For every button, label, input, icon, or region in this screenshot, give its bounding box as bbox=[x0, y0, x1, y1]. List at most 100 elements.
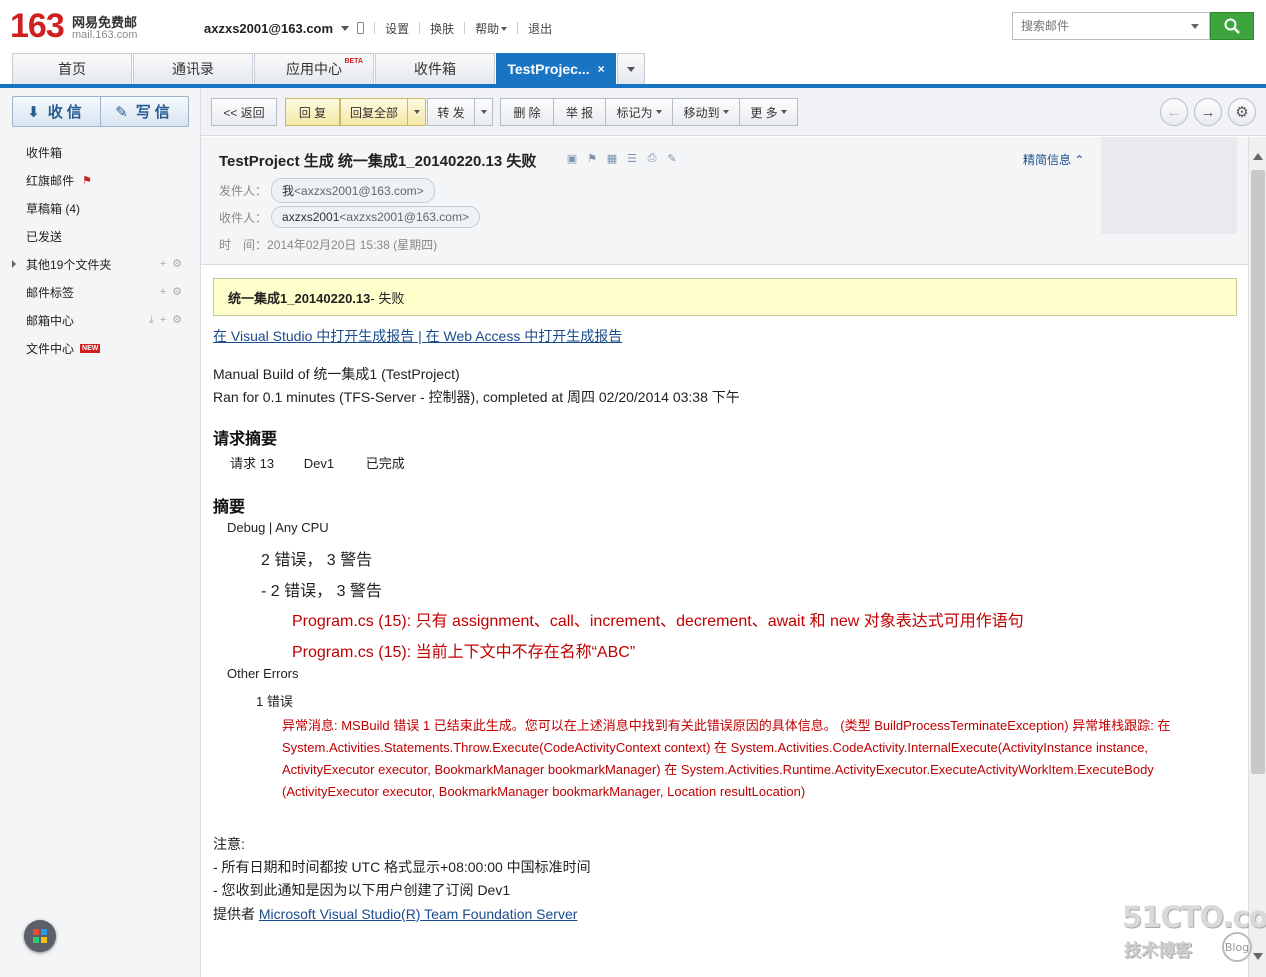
search-button[interactable] bbox=[1210, 12, 1254, 40]
note-label: 注意: bbox=[213, 836, 245, 852]
mail-subject: TestProject 生成 统一集成1_20140220.13 失败 bbox=[219, 153, 537, 170]
note-line: - 您收到此通知是因为以下用户创建了订阅 Dev1 bbox=[213, 882, 511, 898]
account-dropdown-icon[interactable] bbox=[341, 25, 350, 31]
provider-label: 提供者 bbox=[213, 906, 259, 922]
scroll-thumb[interactable] bbox=[1251, 170, 1265, 774]
ran-for-text: Ran for 0.1 minutes (TFS-Server - 控制器), … bbox=[213, 389, 740, 405]
scrollbar[interactable] bbox=[1248, 137, 1266, 977]
chevron-down-icon bbox=[780, 110, 787, 114]
request-user: Dev1 bbox=[303, 456, 335, 471]
expand-icon[interactable] bbox=[12, 260, 16, 268]
arrow-right-icon: → bbox=[1200, 103, 1216, 121]
open-web-report-link[interactable]: 在 Web Access 中打开生成报告 bbox=[426, 328, 623, 344]
mobile-icon[interactable] bbox=[357, 22, 365, 34]
folder-other[interactable]: 其他19个文件夹 +⚙ bbox=[0, 250, 200, 278]
scroll-down-icon[interactable] bbox=[1253, 953, 1263, 960]
reply-all-button[interactable]: 回复全部 bbox=[340, 98, 408, 126]
tab-apps[interactable]: 应用中心 BETA bbox=[254, 53, 374, 84]
request-summary-heading: 请求摘要 bbox=[213, 431, 278, 448]
receive-label: 收信 bbox=[47, 104, 86, 121]
forward-button[interactable]: 转 发 bbox=[427, 98, 475, 126]
from-chip[interactable]: 我<axzxs2001@163.com> bbox=[271, 178, 435, 203]
help-label: 帮助 bbox=[475, 21, 500, 36]
to-row: 收件人： axzxs2001<axzxs2001@163.com> bbox=[219, 206, 480, 228]
prev-mail-button[interactable]: ← bbox=[1160, 98, 1188, 126]
search-options-icon[interactable] bbox=[1191, 24, 1199, 29]
mark-as-button[interactable]: 标记为 bbox=[605, 98, 673, 126]
help-link[interactable]: 帮助 bbox=[475, 20, 508, 37]
folder-flagged[interactable]: 红旗邮件 ⚑ bbox=[0, 166, 200, 194]
tab-home[interactable]: 首页 bbox=[12, 53, 132, 84]
provider-link[interactable]: Microsoft Visual Studio(R) Team Foundati… bbox=[259, 906, 578, 922]
settings-link[interactable]: 设置 bbox=[385, 20, 409, 37]
reply-button[interactable]: 回 复 bbox=[285, 98, 340, 126]
unread-icon[interactable]: ▣ bbox=[565, 152, 579, 165]
scroll-up-icon[interactable] bbox=[1253, 153, 1263, 160]
exception-message: 异常消息: MSBuild 错误 1 已结束此生成。您可以在上述消息中找到有关此… bbox=[282, 718, 1171, 799]
folder-sent[interactable]: 已发送 bbox=[0, 222, 200, 250]
chevron-up-icon: ⌃ bbox=[1074, 153, 1085, 167]
folder-actions[interactable]: ⤓+⚙ bbox=[149, 313, 188, 327]
note-icon[interactable]: ☰ bbox=[625, 152, 639, 165]
reply-options-button[interactable] bbox=[408, 98, 426, 126]
delete-button[interactable]: 删 除 bbox=[500, 98, 554, 126]
request-row: 请求 13 Dev1 已完成 bbox=[230, 453, 405, 472]
settings-button[interactable]: ⚙ bbox=[1228, 98, 1256, 126]
flag-icon: ⚑ bbox=[82, 174, 92, 187]
logout-link[interactable]: 退出 bbox=[528, 20, 552, 37]
write-label: 写信 bbox=[135, 104, 174, 121]
folder-drafts[interactable]: 草稿箱 (4) bbox=[0, 194, 200, 222]
folder-mailcenter[interactable]: 邮箱中心 ⤓+⚙ bbox=[0, 306, 200, 334]
account-name[interactable]: axzxs2001@163.com bbox=[204, 21, 333, 36]
divider bbox=[464, 22, 466, 34]
tab-label: 通讯录 bbox=[172, 61, 214, 77]
flag-icon[interactable]: ⚑ bbox=[585, 152, 599, 165]
close-icon[interactable]: × bbox=[598, 62, 605, 76]
folder-actions[interactable]: +⚙ bbox=[160, 257, 188, 270]
calendar-icon[interactable]: ▦ bbox=[605, 152, 619, 165]
folder-tags[interactable]: 邮件标签 +⚙ bbox=[0, 278, 200, 306]
folder-list: 收件箱 红旗邮件 ⚑ 草稿箱 (4) 已发送 其他19个文件夹 +⚙ 邮件标签 +⚙ … bbox=[0, 138, 200, 362]
report-button[interactable]: 举 报 bbox=[553, 98, 606, 126]
blog-badge: Blog bbox=[1222, 932, 1252, 962]
brief-info-toggle[interactable]: 精简信息 ⌃ bbox=[1023, 151, 1084, 168]
chevron-down-icon bbox=[627, 66, 635, 72]
tab-contacts[interactable]: 通讯录 bbox=[133, 53, 253, 84]
next-mail-button[interactable]: → bbox=[1194, 98, 1222, 126]
to-chip[interactable]: axzxs2001<axzxs2001@163.com> bbox=[271, 206, 480, 228]
divider bbox=[517, 22, 519, 34]
tab-inbox[interactable]: 收件箱 bbox=[375, 53, 495, 84]
search-input[interactable] bbox=[1013, 13, 1183, 39]
open-vs-report-link[interactable]: 在 Visual Studio 中打开生成报告 bbox=[213, 328, 414, 344]
folder-label: 已发送 bbox=[26, 229, 63, 244]
receive-button[interactable]: ⬇ 收信 bbox=[13, 97, 100, 126]
write-button[interactable]: ✎ 写信 bbox=[100, 97, 188, 126]
folder-inbox[interactable]: 收件箱 bbox=[0, 138, 200, 166]
other-errors-count: 1 错误 bbox=[256, 694, 293, 709]
folder-files[interactable]: 文件中心 NEW bbox=[0, 334, 200, 362]
print-icon[interactable]: ⎙ bbox=[645, 152, 659, 165]
move-to-button[interactable]: 移动到 bbox=[672, 98, 740, 126]
beta-badge: BETA bbox=[344, 58, 363, 65]
report-label: 举 报 bbox=[565, 105, 594, 120]
tab-current-mail[interactable]: TestProjec... × bbox=[496, 53, 616, 84]
chevron-down-icon bbox=[413, 110, 420, 114]
tab-more-button[interactable] bbox=[617, 53, 645, 84]
more-button[interactable]: 更 多 bbox=[739, 98, 798, 126]
forward-options-button[interactable] bbox=[475, 98, 493, 126]
apps-icon bbox=[33, 929, 47, 943]
error-line: Program.cs (15): 只有 assignment、call、incr… bbox=[292, 613, 1024, 630]
folder-label: 红旗邮件 bbox=[26, 173, 75, 188]
tab-label: TestProjec... bbox=[507, 61, 590, 77]
back-button[interactable]: << 返回 bbox=[211, 98, 277, 126]
error-line: Program.cs (15): 当前上下文中不存在名称“ABC” bbox=[292, 644, 636, 661]
app-launcher-button[interactable] bbox=[24, 920, 56, 952]
request-status: 已完成 bbox=[365, 456, 405, 471]
folder-actions[interactable]: +⚙ bbox=[160, 285, 188, 298]
skin-link[interactable]: 换肤 bbox=[430, 20, 454, 37]
folder-label: 草稿箱 (4) bbox=[26, 201, 81, 216]
edit-icon[interactable]: ✎ bbox=[665, 152, 679, 165]
build-name: 统一集成1_20140220.13 bbox=[228, 290, 371, 306]
logo-domain: mail.163.com bbox=[72, 29, 138, 41]
brief-info-label: 精简信息 bbox=[1023, 153, 1072, 167]
